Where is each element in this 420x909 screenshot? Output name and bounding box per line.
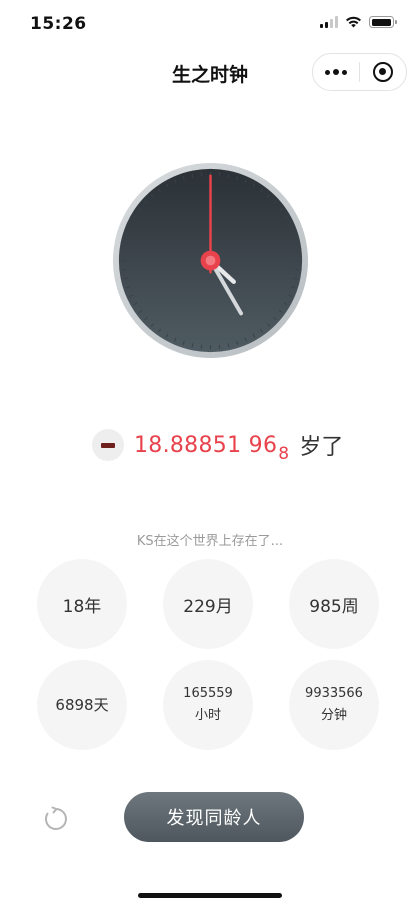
stats-subtitle: KS在这个世界上存在了...: [136, 534, 284, 549]
clock-center-dot: [205, 255, 216, 266]
stat-weeks: 985周: [289, 559, 379, 649]
target-icon: [373, 62, 393, 82]
stat-hours: 165559 小时: [163, 660, 253, 750]
age-value-extra-digit: 8: [278, 444, 290, 464]
age-display: 18.88851 96 8 岁了: [92, 425, 343, 465]
stat-days-value: 6898天: [55, 696, 109, 714]
find-peers-button[interactable]: 发现同龄人: [124, 792, 304, 842]
more-dots-icon: [325, 69, 330, 75]
age-badge-icon: [92, 429, 124, 461]
age-unit: 岁了: [299, 435, 344, 460]
wifi-icon: [346, 16, 361, 28]
home-indicator: [138, 893, 282, 898]
battery-icon: [369, 16, 397, 28]
stat-days: 6898天: [37, 660, 127, 750]
stat-minutes: 9933566 分钟: [289, 660, 379, 750]
refresh-icon[interactable]: [42, 805, 70, 833]
close-mini-program-button[interactable]: [360, 62, 406, 82]
status-time: 15:26: [30, 14, 87, 34]
age-value: 18.88851 96: [134, 432, 278, 458]
stat-months-value: 229月: [183, 596, 233, 617]
mini-program-capsule: [312, 53, 407, 91]
stat-weeks-value: 985周: [309, 596, 359, 617]
app-screen: 15:26 生之时钟 18.88851 96 8 岁了 KS在这个世界上存在了.…: [0, 0, 420, 909]
life-clock: [112, 162, 309, 359]
stat-minutes-value: 9933566: [305, 686, 363, 701]
stat-years-value: 18年: [62, 596, 102, 617]
stat-years: 18年: [37, 559, 127, 649]
stat-hours-value: 165559: [183, 686, 233, 701]
cellular-signal-icon: [320, 16, 338, 28]
more-options-button[interactable]: [313, 69, 359, 75]
stat-months: 229月: [163, 559, 253, 649]
stat-minutes-unit: 分钟: [320, 708, 347, 723]
stat-hours-unit: 小时: [194, 708, 221, 723]
status-bar: 15:26: [0, 0, 420, 50]
status-icons: [320, 16, 397, 28]
